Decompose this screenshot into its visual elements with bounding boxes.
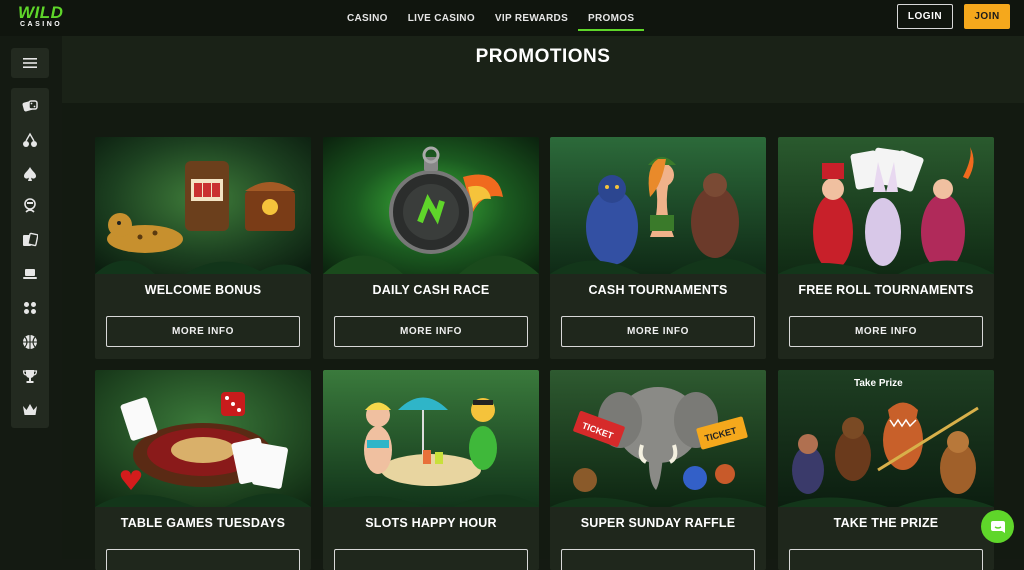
promo-title: DAILY CASH RACE	[372, 283, 490, 297]
more-info-button[interactable]: MORE INFO	[106, 316, 300, 347]
promo-image-slots-happy-hour[interactable]	[323, 370, 539, 507]
sidebar-item-table-games[interactable]	[11, 226, 49, 254]
casino-dice-icon	[22, 100, 38, 112]
promo-image-table-games-tuesdays[interactable]	[95, 370, 311, 507]
cards-icon	[23, 232, 38, 247]
promo-image-free-roll-tournaments[interactable]	[778, 137, 994, 274]
basketball-icon	[23, 335, 37, 349]
sidebar-item-poker[interactable]	[11, 160, 49, 188]
crown-icon	[23, 404, 37, 415]
nav-promos[interactable]: PROMOS	[578, 0, 645, 36]
more-info-button[interactable]	[561, 549, 755, 570]
more-info-button[interactable]	[106, 549, 300, 570]
page-title: PROMOTIONS	[475, 46, 611, 67]
logo-wordmark: WILD	[18, 3, 64, 22]
promo-title: FREE ROLL TOURNAMENTS	[798, 283, 974, 297]
promo-card-slots-happy-hour: SLOTS HAPPY HOUR	[323, 370, 539, 570]
dice-icon	[24, 302, 36, 314]
join-button[interactable]: JOIN	[964, 4, 1010, 29]
promo-title: SUPER SUNDAY RAFFLE	[580, 516, 736, 530]
live-dealer-icon	[24, 198, 36, 213]
more-info-button[interactable]	[789, 549, 983, 570]
nav-casino[interactable]: CASINO	[337, 0, 398, 36]
menu-icon	[23, 58, 37, 68]
category-sidebar	[11, 88, 49, 428]
spade-icon	[24, 167, 36, 181]
wild-casino-logo[interactable]: WILD CASINO	[18, 4, 70, 30]
promo-title: CASH TOURNAMENTS	[588, 283, 728, 297]
sidebar-item-dice[interactable]	[11, 294, 49, 322]
more-info-button[interactable]: MORE INFO	[561, 316, 755, 347]
more-info-button[interactable]: MORE INFO	[789, 316, 983, 347]
promo-card-take-the-prize: Take Prize TAKE THE PRIZE	[778, 370, 994, 570]
promo-title: TAKE THE PRIZE	[833, 516, 939, 530]
promo-card-cash-tournaments: CASH TOURNAMENTS MORE INFO	[550, 137, 766, 359]
promo-image-super-sunday-raffle[interactable]: TICKET TICKET	[550, 370, 766, 507]
promo-card-free-roll-tournaments: FREE ROLL TOURNAMENTS MORE INFO	[778, 137, 994, 359]
cherry-icon	[23, 132, 37, 147]
menu-button[interactable]	[11, 48, 49, 78]
nav-vip-rewards[interactable]: VIP REWARDS	[485, 0, 578, 36]
promo-image-take-the-prize[interactable]: Take Prize	[778, 370, 994, 507]
promo-title: SLOTS HAPPY HOUR	[365, 516, 497, 530]
promo-title: TABLE GAMES TUESDAYS	[120, 516, 286, 530]
top-navigation-bar: WILD CASINO CASINO LIVE CASINO VIP REWAR…	[0, 0, 1024, 36]
promo-card-welcome-bonus: WELCOME BONUS MORE INFO	[95, 137, 311, 359]
promo-image-welcome-bonus[interactable]	[95, 137, 311, 274]
live-chat-button[interactable]	[981, 510, 1014, 543]
promo-title: WELCOME BONUS	[144, 283, 262, 297]
login-button[interactable]: LOGIN	[897, 4, 953, 29]
sidebar-item-online[interactable]	[11, 260, 49, 288]
sidebar-item-sports[interactable]	[11, 328, 49, 356]
promo-card-table-games-tuesdays: TABLE GAMES TUESDAYS	[95, 370, 311, 570]
sidebar-item-slots[interactable]	[11, 126, 49, 154]
sidebar-item-casino[interactable]	[11, 92, 49, 120]
main-nav: CASINO LIVE CASINO VIP REWARDS PROMOS	[337, 0, 645, 36]
nav-live-casino[interactable]: LIVE CASINO	[398, 0, 485, 36]
promo-image-cash-tournaments[interactable]	[550, 137, 766, 274]
promo-card-super-sunday-raffle: TICKET TICKET SUPER SUNDAY RAFFLE	[550, 370, 766, 570]
logo-subtitle: CASINO	[20, 21, 63, 28]
laptop-icon	[23, 269, 37, 279]
sidebar-item-live-dealer[interactable]	[11, 192, 49, 220]
chat-icon	[990, 520, 1005, 533]
trophy-icon	[22, 370, 38, 383]
more-info-button[interactable]: MORE INFO	[334, 316, 528, 347]
sidebar-item-vip[interactable]	[11, 396, 49, 424]
promo-card-daily-cash-race: DAILY CASH RACE MORE INFO	[323, 137, 539, 359]
take-prize-logo: Take Prize	[854, 378, 903, 389]
more-info-button[interactable]	[334, 549, 528, 570]
sidebar-item-tournaments[interactable]	[11, 362, 49, 390]
promo-image-daily-cash-race[interactable]	[323, 137, 539, 274]
